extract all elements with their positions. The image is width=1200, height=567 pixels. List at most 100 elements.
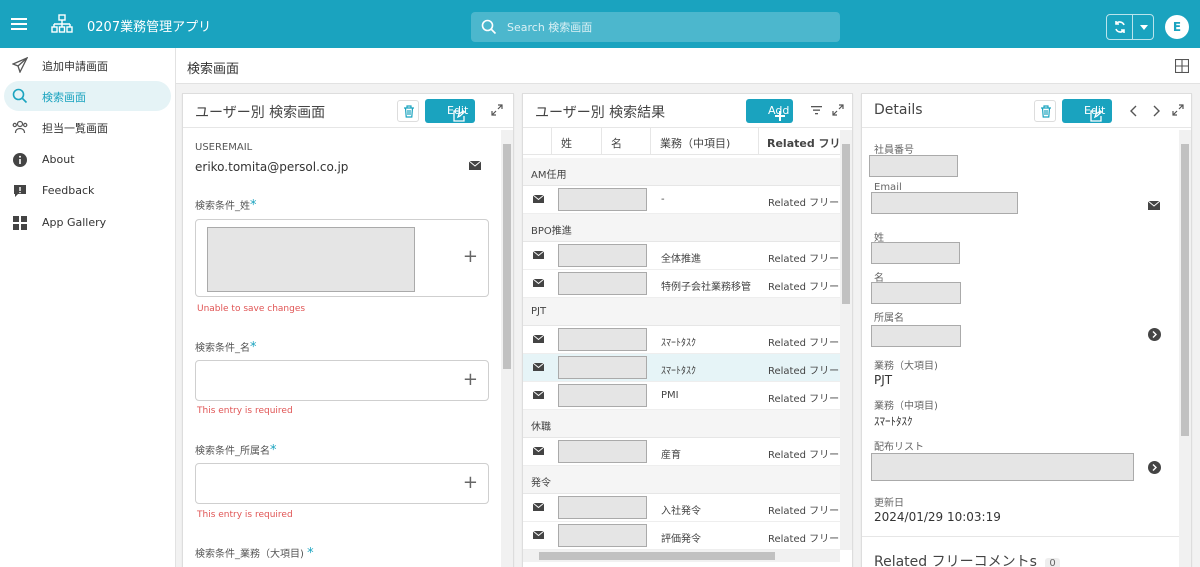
field-label-task-major: 検索条件_業務（大項目) * — [195, 546, 314, 561]
redacted-name-placeholder — [558, 272, 647, 295]
email-icon[interactable] — [533, 279, 544, 287]
feedback-icon — [12, 183, 28, 199]
redacted-last-name — [871, 242, 960, 264]
table-row[interactable]: 特例子会社業務移管 Related フリーコ — [523, 270, 849, 298]
add-icon[interactable]: + — [463, 246, 478, 267]
table-row[interactable]: 産育 Related フリーコ — [523, 438, 849, 466]
group-header[interactable]: 発令 — [523, 466, 843, 494]
group-header[interactable]: AM任用 — [523, 158, 843, 186]
related-cell: Related フリーコ — [768, 534, 850, 545]
related-cell: Related フリーコ — [768, 338, 850, 349]
email-icon[interactable] — [1148, 201, 1160, 210]
table-row[interactable]: 全体推進 Related フリーコ — [523, 242, 849, 270]
group-header[interactable]: PJT — [523, 298, 843, 326]
search-input[interactable] — [507, 17, 827, 37]
info-icon — [12, 152, 28, 168]
table-row[interactable]: PMI Related フリーコ — [523, 382, 849, 410]
delete-button[interactable] — [1034, 100, 1056, 122]
scrollbar-thumb[interactable] — [503, 144, 511, 369]
redacted-name-placeholder — [558, 524, 647, 547]
paper-plane-icon — [12, 57, 28, 73]
search-bar[interactable] — [471, 12, 840, 42]
vertical-scrollbar[interactable] — [501, 130, 513, 567]
distribution-list-label: 配布リスト — [874, 442, 924, 453]
hamburger-menu-icon[interactable] — [9, 14, 31, 34]
email-icon[interactable] — [533, 391, 544, 399]
table-row[interactable]: 入社発令 Related フリーコ — [523, 494, 849, 522]
redacted-name-placeholder — [558, 188, 647, 211]
email-icon[interactable] — [533, 503, 544, 511]
email-icon[interactable] — [533, 363, 544, 371]
email-icon[interactable] — [533, 251, 544, 259]
email-icon[interactable] — [533, 531, 544, 539]
department-label: 所属名 — [874, 313, 904, 324]
employee-number-label: 社員番号 — [874, 145, 914, 156]
related-section-title[interactable]: Related フリーコメントs 0 — [874, 551, 1060, 567]
expand-icon[interactable] — [1172, 104, 1184, 116]
edit-label: Edit — [1084, 104, 1106, 117]
user-avatar[interactable]: E — [1165, 15, 1189, 39]
group-header[interactable]: 休職 — [523, 410, 843, 438]
edit-button[interactable]: Edit — [425, 99, 475, 123]
table-row-selected[interactable]: ｽﾏｰﾄﾀｽｸ Related フリーコ — [523, 354, 849, 382]
last-name-field[interactable]: + — [195, 219, 489, 297]
scrollbar-thumb[interactable] — [842, 144, 850, 304]
horizontal-scrollbar[interactable] — [523, 550, 840, 562]
expand-icon[interactable] — [491, 104, 503, 116]
sidebar-item-add-request[interactable]: 追加申請画面 — [4, 50, 171, 80]
table-row[interactable]: - Related フリーコ — [523, 186, 849, 214]
navigate-distribution-icon[interactable] — [1148, 461, 1161, 474]
vertical-scrollbar[interactable] — [840, 130, 852, 550]
edit-button[interactable]: Edit — [1062, 99, 1112, 123]
table-row[interactable]: ｽﾏｰﾄﾀｽｸ Related フリーコ — [523, 326, 849, 354]
sync-button[interactable] — [1107, 15, 1133, 39]
scrollbar-thumb[interactable] — [1181, 144, 1189, 436]
chevron-right-icon[interactable] — [1152, 105, 1160, 117]
related-cell: Related フリーコ — [768, 394, 850, 405]
column-header[interactable]: 業務（中項目) — [660, 135, 730, 151]
email-icon[interactable] — [469, 161, 481, 170]
search-icon — [481, 19, 497, 35]
task-middle-cell: 入社発令 — [661, 506, 701, 517]
sidebar-item-label: 担当一覧画面 — [42, 122, 108, 135]
task-middle-value: ｽﾏｰﾄﾀｽｸ — [874, 415, 913, 428]
email-icon[interactable] — [533, 447, 544, 455]
filter-icon[interactable] — [811, 106, 822, 115]
chevron-left-icon[interactable] — [1130, 105, 1138, 117]
task-middle-cell: - — [661, 194, 665, 205]
sidebar-item-assignee-list[interactable]: 担当一覧画面 — [4, 112, 171, 142]
first-name-field[interactable]: + — [195, 360, 489, 401]
navigate-department-icon[interactable] — [1148, 328, 1161, 341]
email-icon[interactable] — [533, 335, 544, 343]
column-header[interactable]: 名 — [611, 135, 622, 151]
sidebar-item-search[interactable]: 検索画面 — [4, 81, 171, 111]
layout-grid-icon[interactable] — [1175, 59, 1189, 73]
expand-icon[interactable] — [832, 104, 844, 116]
scrollbar-thumb[interactable] — [539, 552, 775, 560]
add-icon[interactable]: + — [463, 472, 478, 493]
add-icon[interactable]: + — [463, 369, 478, 390]
sidebar-item-label: 追加申請画面 — [42, 60, 108, 73]
sidebar-item-about[interactable]: About — [4, 145, 171, 175]
department-field[interactable]: + — [195, 463, 489, 504]
table-row[interactable]: 評価発令 Related フリーコ — [523, 522, 849, 550]
related-cell: Related フリーコ — [768, 450, 850, 461]
sidebar-item-app-gallery[interactable]: App Gallery — [4, 208, 171, 238]
panel-header: Details Edit — [862, 94, 1191, 128]
task-major-label: 業務（大項目) — [874, 361, 938, 372]
email-icon[interactable] — [533, 195, 544, 203]
delete-button[interactable] — [397, 100, 419, 122]
sidebar-item-feedback[interactable]: Feedback — [4, 176, 171, 206]
panel-header: ユーザー別 検索結果 Add — [523, 94, 852, 128]
redacted-name-placeholder — [558, 440, 647, 463]
redacted-name-placeholder — [558, 356, 647, 379]
org-chart-logo-icon — [51, 14, 73, 36]
vertical-scrollbar[interactable] — [1179, 130, 1191, 567]
sync-control — [1106, 14, 1154, 40]
task-middle-cell: ｽﾏｰﾄﾀｽｸ — [661, 366, 696, 377]
sync-dropdown-button[interactable] — [1134, 15, 1154, 39]
related-cell: Related フリーコ — [768, 198, 850, 209]
group-header[interactable]: BPO推進 — [523, 214, 843, 242]
add-button[interactable]: Add — [746, 99, 793, 123]
column-header[interactable]: 姓 — [561, 135, 572, 151]
